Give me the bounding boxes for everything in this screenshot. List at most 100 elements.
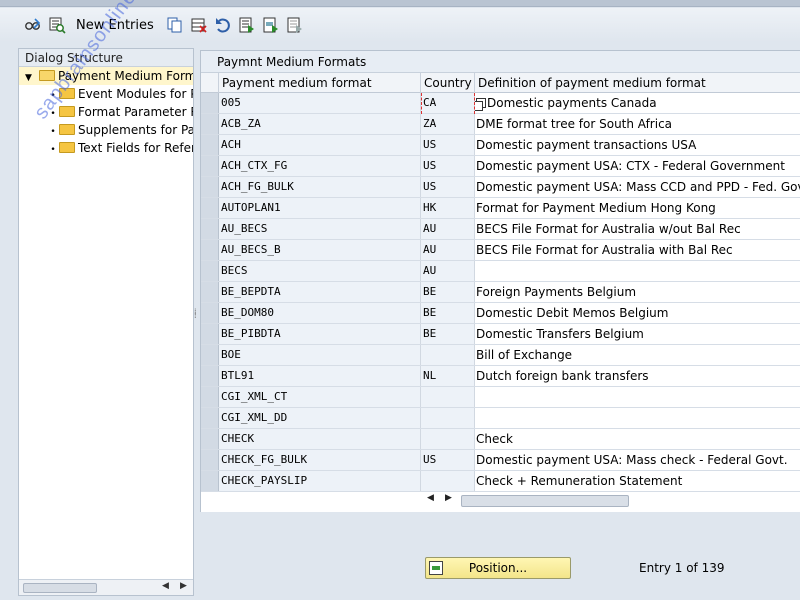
cell-format: AU_BECS xyxy=(219,219,421,239)
column-header-country[interactable]: Country xyxy=(421,73,475,93)
table-row[interactable]: BTL91 NL Dutch foreign bank transfers xyxy=(201,366,800,387)
pane-splitter[interactable]: ⁞ ⁞ xyxy=(194,308,198,320)
table-row[interactable]: CHECK_PAYSLIP Check + Remuneration Statem… xyxy=(201,471,800,492)
row-selector[interactable] xyxy=(201,408,219,428)
table-row[interactable]: BE_BEPDTA BE Foreign Payments Belgium xyxy=(201,282,800,303)
column-header-definition[interactable]: Definition of payment medium format xyxy=(475,73,800,93)
row-selector[interactable] xyxy=(201,177,219,197)
new-entries-button[interactable]: New Entries xyxy=(76,18,154,33)
cell-definition[interactable]: Domestic payment USA: Mass CCD and PPD -… xyxy=(475,177,800,197)
cell-definition[interactable]: DME format tree for South Africa xyxy=(475,114,800,134)
table-row[interactable]: AU_BECS AU BECS File Format for Australia … xyxy=(201,219,800,240)
cell-format: ACH xyxy=(219,135,421,155)
cell-country xyxy=(421,408,475,428)
table-row[interactable]: BOE Bill of Exchange xyxy=(201,345,800,366)
table-row[interactable]: 005 CA Domestic payments Canada xyxy=(201,93,800,114)
cell-definition[interactable] xyxy=(475,408,800,428)
glasses-change-icon[interactable] xyxy=(24,16,42,34)
cell-definition[interactable]: Check xyxy=(475,429,800,449)
cell-definition[interactable]: Domestic Debit Memos Belgium xyxy=(475,303,800,323)
cell-definition[interactable]: BECS File Format for Australia w/out Bal… xyxy=(475,219,800,239)
select-all-rows-corner[interactable] xyxy=(201,73,219,93)
scroll-thumb[interactable] xyxy=(23,583,97,593)
row-selector[interactable] xyxy=(201,303,219,323)
table-row[interactable]: CGI_XML_CT xyxy=(201,387,800,408)
table-row[interactable]: ACH_CTX_FG US Domestic payment USA: CTX - … xyxy=(201,156,800,177)
tree-item-label: Payment Medium Formats xyxy=(58,69,193,83)
cell-definition[interactable]: Check + Remuneration Statement xyxy=(475,471,800,491)
tree-item-supplements[interactable]: • Supplements for Payment Medium Format xyxy=(19,121,193,139)
scroll-left-icon[interactable]: ◀ xyxy=(427,493,434,503)
table-row[interactable]: AUTOPLAN1 HK Format for Payment Medium Hon… xyxy=(201,198,800,219)
cell-definition[interactable]: Dutch foreign bank transfers xyxy=(475,366,800,386)
row-selector[interactable] xyxy=(201,282,219,302)
table-row[interactable]: AU_BECS_B AU BECS File Format for Australi… xyxy=(201,240,800,261)
scroll-right-icon[interactable]: ▶ xyxy=(445,493,452,503)
tree-item-text-fields[interactable]: • Text Fields for Reference xyxy=(19,139,193,157)
table-row[interactable]: CHECK_FG_BULK US Domestic payment USA: Mas… xyxy=(201,450,800,471)
cell-definition[interactable]: Bill of Exchange xyxy=(475,345,800,365)
cell-definition[interactable]: Format for Payment Medium Hong Kong xyxy=(475,198,800,218)
row-selector[interactable] xyxy=(201,450,219,470)
tree-horizontal-scrollbar[interactable]: ◀ ▶ xyxy=(19,579,193,595)
cell-format: ACH_CTX_FG xyxy=(219,156,421,176)
row-selector[interactable] xyxy=(201,387,219,407)
row-selector[interactable] xyxy=(201,114,219,134)
row-selector[interactable] xyxy=(201,471,219,491)
table-row[interactable]: CHECK Check xyxy=(201,429,800,450)
row-selector[interactable] xyxy=(201,93,219,113)
scroll-right-icon[interactable]: ▶ xyxy=(180,581,187,591)
row-selector[interactable] xyxy=(201,219,219,239)
row-selector[interactable] xyxy=(201,429,219,449)
cell-format: BE_BEPDTA xyxy=(219,282,421,302)
cell-format: CHECK_PAYSLIP xyxy=(219,471,421,491)
expand-triangle-icon[interactable]: ▼ xyxy=(25,69,39,85)
table-row[interactable]: BE_PIBDTA BE Domestic Transfers Belgium xyxy=(201,324,800,345)
cell-format: BE_PIBDTA xyxy=(219,324,421,344)
cell-definition[interactable]: Domestic Transfers Belgium xyxy=(475,324,800,344)
undo-icon[interactable] xyxy=(214,16,232,34)
tree-item-event-modules[interactable]: • Event Modules for Payment Medium Format… xyxy=(19,85,193,103)
row-selector[interactable] xyxy=(201,345,219,365)
cell-country: AU xyxy=(421,240,475,260)
row-selector[interactable] xyxy=(201,135,219,155)
row-selector[interactable] xyxy=(201,366,219,386)
table-row[interactable]: CGI_XML_DD xyxy=(201,408,800,429)
scroll-left-icon[interactable]: ◀ xyxy=(162,581,169,591)
table-row[interactable]: BECS AU xyxy=(201,261,800,282)
table-row[interactable]: BE_DOM80 BE Domestic Debit Memos Belgium xyxy=(201,303,800,324)
row-selector[interactable] xyxy=(201,261,219,281)
value-help-icon[interactable] xyxy=(475,98,486,111)
cell-definition[interactable]: Domestic payment USA: CTX - Federal Gove… xyxy=(475,156,800,176)
table-horizontal-scrollbar[interactable]: ◀ ▶ xyxy=(421,493,800,509)
row-selector[interactable] xyxy=(201,198,219,218)
select-block-icon[interactable] xyxy=(262,16,280,34)
table-row[interactable]: ACH_FG_BULK US Domestic payment USA: Mass … xyxy=(201,177,800,198)
cell-format: AUTOPLAN1 xyxy=(219,198,421,218)
dialog-structure-header: Dialog Structure xyxy=(19,49,193,67)
delete-icon[interactable] xyxy=(190,16,208,34)
bullet-icon: • xyxy=(50,127,56,137)
cell-definition[interactable]: Domestic payment transactions USA xyxy=(475,135,800,155)
column-header-format[interactable]: Payment medium format xyxy=(219,73,421,93)
cell-definition[interactable] xyxy=(475,261,800,281)
save-display-icon[interactable] xyxy=(48,16,66,34)
definition-text: Format for Payment Medium Hong Kong xyxy=(476,201,716,215)
cell-definition[interactable]: Domestic payment USA: Mass check - Feder… xyxy=(475,450,800,470)
cell-definition[interactable]: BECS File Format for Australia with Bal … xyxy=(475,240,800,260)
cell-definition[interactable]: Foreign Payments Belgium xyxy=(475,282,800,302)
tree-item-payment-medium-formats[interactable]: ▼ Payment Medium Formats xyxy=(19,67,193,85)
row-selector[interactable] xyxy=(201,240,219,260)
row-selector[interactable] xyxy=(201,156,219,176)
cell-definition[interactable] xyxy=(475,387,800,407)
tree-item-format-parameter[interactable]: • Format Parameter Records xyxy=(19,103,193,121)
row-selector[interactable] xyxy=(201,324,219,344)
table-row[interactable]: ACH US Domestic payment transactions USA xyxy=(201,135,800,156)
select-all-icon[interactable] xyxy=(238,16,256,34)
cell-definition[interactable]: Domestic payments Canada xyxy=(475,93,800,113)
scroll-thumb[interactable] xyxy=(461,495,629,507)
position-button[interactable]: Position... xyxy=(425,557,571,579)
copy-icon[interactable] xyxy=(166,16,184,34)
table-row[interactable]: ACB_ZA ZA DME format tree for South Africa xyxy=(201,114,800,135)
deselect-all-icon[interactable] xyxy=(286,16,304,34)
